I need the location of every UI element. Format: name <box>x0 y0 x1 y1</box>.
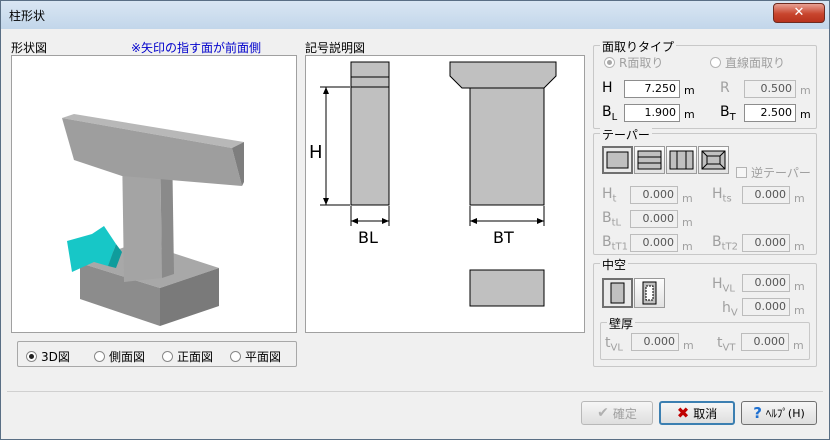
hV-label: hV <box>722 300 738 319</box>
symbol-BL: BL <box>358 228 378 247</box>
symbol-view-label: 記号説明図 <box>305 41 366 55</box>
plan-view-rect <box>469 269 545 307</box>
BL-unit: m <box>684 108 695 121</box>
shape-view-label: 形状図 <box>11 41 48 55</box>
radio-dot <box>94 351 105 362</box>
BL-input[interactable]: 1.900 <box>624 104 680 122</box>
wall-thickness-group: 壁厚 tVL 0.000 m tVT 0.000 m <box>600 315 810 360</box>
Ht-label: Ht <box>602 186 617 205</box>
BT-label: BT <box>720 104 736 123</box>
view-mode-side[interactable]: 側面図 <box>94 348 145 365</box>
radio-dot <box>162 351 173 362</box>
HVL-unit: m <box>794 280 805 293</box>
window-title: 柱形状 <box>9 9 46 23</box>
reverse-taper-checkbox[interactable]: 逆テーパー <box>736 164 811 181</box>
front-view-column <box>469 87 545 206</box>
taper-horizontal-button[interactable] <box>634 146 665 174</box>
chamfer-group: 面取りタイプ R面取り 直線面取り H 7.250 m R 0.500 m BL… <box>593 38 817 129</box>
BtL-input[interactable]: 0.000 <box>630 210 678 228</box>
Ht-input[interactable]: 0.000 <box>630 186 678 204</box>
chamfer-title: 面取りタイプ <box>600 38 677 55</box>
pier-3d-drawing <box>62 114 244 326</box>
tVT-unit: m <box>793 339 804 352</box>
symbol-H: H <box>309 142 323 163</box>
radio-dot <box>230 351 241 362</box>
front-side-note: ※矢印の指す面が前面側 <box>131 41 262 55</box>
taper-both-button[interactable] <box>698 146 729 174</box>
BT-input[interactable]: 2.500 <box>744 104 796 122</box>
R-label: R <box>720 80 730 96</box>
BtL-label: BtL <box>602 210 622 229</box>
dialog-body: 形状図 ※矢印の指す面が前面側 記号説明図 H BL BT 3D図 側面図 正面… <box>7 29 823 435</box>
BtT1-label: BtT1 <box>602 234 629 253</box>
HVL-input[interactable]: 0.000 <box>742 274 790 292</box>
Hts-unit: m <box>794 192 805 205</box>
footer-separator <box>7 391 823 392</box>
chamfer-linear-radio[interactable]: 直線面取り <box>710 54 785 71</box>
Ht-unit: m <box>682 192 693 205</box>
view-mode-plan[interactable]: 平面図 <box>230 348 281 365</box>
help-button[interactable]: ? ﾍﾙﾌﾟ(H) <box>741 401 817 425</box>
R-input[interactable]: 0.500 <box>744 80 796 98</box>
side-view-column <box>350 61 390 206</box>
question-icon: ? <box>753 404 762 422</box>
taper-title: テーパー <box>600 126 652 143</box>
symbol-panel: H BL BT <box>305 55 585 333</box>
BL-label: BL <box>602 104 618 123</box>
tVL-unit: m <box>683 339 694 352</box>
H-input[interactable]: 7.250 <box>624 80 680 98</box>
symbol-BT: BT <box>493 228 514 247</box>
shape-3d-panel[interactable] <box>11 55 297 333</box>
BtL-unit: m <box>682 216 693 229</box>
taper-group: テーパー 逆テーパー Ht 0.000 m Hts 0.000 m BtL 0.… <box>593 126 817 255</box>
close-button[interactable]: ✕ <box>773 3 825 23</box>
hV-input[interactable]: 0.000 <box>742 298 790 316</box>
view-mode-group: 3D図 側面図 正面図 平面図 <box>17 341 297 367</box>
title-bar: 柱形状 ✕ <box>1 1 829 29</box>
tVT-label: tVT <box>717 335 736 354</box>
hV-unit: m <box>794 304 805 317</box>
R-unit: m <box>800 84 811 97</box>
BtT1-input[interactable]: 0.000 <box>630 234 678 252</box>
tVT-input[interactable]: 0.000 <box>741 333 789 351</box>
HVL-label: HVL <box>712 276 735 295</box>
taper-none-button[interactable] <box>602 146 633 174</box>
hollow-none-button[interactable] <box>602 278 633 308</box>
BtT2-input[interactable]: 0.000 <box>742 234 790 252</box>
H-label: H <box>602 80 613 96</box>
BT-unit: m <box>800 108 811 121</box>
tVL-label: tVL <box>605 335 623 354</box>
hollow-group: 中空 HVL 0.000 m hV 0.000 m 壁厚 tVL 0.000 m… <box>593 256 817 367</box>
tVL-input[interactable]: 0.000 <box>631 333 679 351</box>
BtT2-label: BtT2 <box>712 234 739 253</box>
hollow-title: 中空 <box>600 256 629 273</box>
wall-thickness-title: 壁厚 <box>607 315 636 332</box>
cancel-button[interactable]: ✖ 取消 <box>659 401 735 425</box>
BtT2-unit: m <box>794 240 805 253</box>
radio-dot <box>26 351 37 362</box>
view-mode-3d[interactable]: 3D図 <box>26 348 70 365</box>
check-icon: ✔ <box>597 405 609 421</box>
Hts-label: Hts <box>712 186 732 205</box>
BtT1-unit: m <box>682 240 693 253</box>
view-mode-front[interactable]: 正面図 <box>162 348 213 365</box>
confirm-button[interactable]: ✔ 確定 <box>581 401 653 425</box>
chamfer-r-radio[interactable]: R面取り <box>604 54 663 71</box>
hollow-box-button[interactable] <box>634 278 665 308</box>
dialog-window: 柱形状 ✕ 形状図 ※矢印の指す面が前面側 記号説明図 H BL BT 3D図 … <box>0 0 830 440</box>
taper-vertical-button[interactable] <box>666 146 697 174</box>
symbol-diagram <box>320 61 557 307</box>
x-icon: ✖ <box>676 404 690 422</box>
H-unit: m <box>684 84 695 97</box>
Hts-input[interactable]: 0.000 <box>742 186 790 204</box>
front-view-cap <box>449 61 557 89</box>
